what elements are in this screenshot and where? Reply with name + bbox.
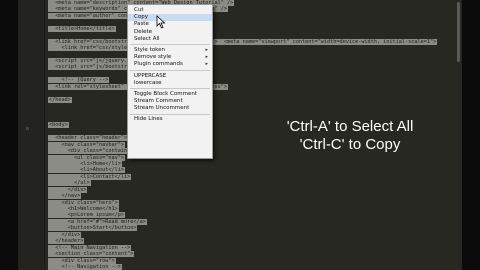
menu-item-delete[interactable]: Delete	[128, 29, 212, 36]
selected-code-text	[48, 32, 50, 38]
selected-code-text	[48, 116, 50, 122]
menu-item-label: lowercase	[134, 79, 162, 86]
submenu-arrow-icon: ▸	[205, 61, 208, 68]
selected-code-text: <nav class="navbar">	[48, 141, 125, 148]
selected-code-text: <!-- Main Navigation -->	[48, 244, 132, 251]
selected-code-text: <body>	[48, 122, 69, 129]
selected-code-text	[48, 90, 50, 96]
selected-code-text: <li>Contact</li>	[48, 173, 132, 180]
menu-item-label: Stream Uncomment	[134, 105, 190, 112]
menu-item-cut[interactable]: Cut	[128, 7, 212, 14]
menu-separator	[130, 88, 210, 90]
selected-code-text: </nav>	[48, 193, 82, 200]
menu-item-label: UPPERCASE	[134, 72, 167, 79]
code-line[interactable]: <!-- Navigation -->	[48, 263, 462, 270]
selected-code-text: <p>Lorem ipsum</p>	[48, 212, 125, 219]
selected-code-text	[48, 19, 50, 25]
selected-code-text: <a href="#">Read more</a>	[48, 218, 147, 225]
selected-code-text: </head>	[48, 96, 72, 103]
menu-item-uppercase[interactable]: UPPERCASE	[128, 73, 212, 80]
caption-copy: 'Ctrl-C' to Copy	[299, 136, 401, 153]
fold-marker-icon[interactable]: ⊟	[26, 126, 29, 132]
menu-separator	[130, 70, 210, 71]
menu-item-label: Toggle Block Comment	[134, 90, 198, 97]
selected-code-text: <section class="content">	[48, 251, 135, 258]
selected-code-text	[48, 52, 50, 58]
menu-separator	[130, 44, 210, 46]
menu-item-hide-lines[interactable]: Hide Lines	[128, 116, 212, 123]
selected-code-text: <!-- Navigation -->	[48, 263, 122, 270]
menu-item-label: Select All	[134, 35, 160, 42]
selected-code-text	[48, 103, 50, 109]
menu-item-paste[interactable]: Paste	[128, 21, 212, 28]
menu-item-select-all[interactable]: Select All	[128, 36, 212, 43]
video-frame-right	[462, 0, 480, 270]
selected-code-text: <!-- jQuery -->	[48, 77, 110, 84]
menu-item-plugin-commands[interactable]: Plugin commands ▸	[128, 61, 212, 68]
selected-code-text: <title>Home</title>	[48, 25, 116, 32]
menu-item-label: Delete	[134, 28, 153, 35]
mouse-pointer-icon	[156, 15, 166, 29]
menu-item-label: Plugin commands	[134, 61, 183, 68]
menu-item-remove-style[interactable]: Remove style ▸	[128, 54, 212, 61]
menu-item-label: Paste	[134, 21, 149, 28]
menu-item-style-token[interactable]: Style token ▸	[128, 47, 212, 54]
selected-code-text: </header>	[48, 238, 85, 245]
context-menu: Cut Copy Paste Delete Select All Style token ▸…	[127, 4, 213, 159]
selected-code-text: <div class="hero">	[48, 199, 119, 206]
menu-item-label: Hide Lines	[134, 116, 163, 123]
menu-item-toggle-block-comment[interactable]: Toggle Block Comment	[128, 91, 212, 98]
selected-code-text: <button>Start</button>	[48, 225, 138, 232]
selected-code-text: </ul>	[48, 180, 91, 187]
menu-item-label: Stream Comment	[134, 98, 183, 105]
menu-separator	[130, 113, 210, 115]
selected-code-text: </div>	[48, 186, 88, 193]
selected-code-text: <li>Home</li>	[48, 160, 122, 167]
vertical-scrollbar[interactable]	[457, 2, 460, 62]
menu-item-label: Cut	[134, 7, 144, 13]
submenu-arrow-icon: ▸	[205, 46, 208, 53]
video-frame-left	[0, 0, 18, 270]
submenu-arrow-icon: ▸	[205, 54, 208, 61]
menu-item-copy[interactable]: Copy	[128, 14, 212, 22]
menu-item-label: Remove style	[134, 54, 172, 61]
selected-code-text: <div class="row">	[48, 257, 116, 264]
menu-item-stream-comment[interactable]: Stream Comment	[128, 98, 212, 105]
selected-code-text: <h1>Welcome</h1>	[48, 206, 119, 212]
selected-code-text: <header class="header">	[48, 135, 129, 142]
menu-item-label: Style token	[134, 46, 165, 53]
menu-item-label: Copy	[134, 14, 148, 21]
selected-code-text	[48, 71, 50, 77]
selected-code-text: <li>About</li>	[48, 167, 125, 174]
selected-code-text	[48, 109, 50, 115]
menu-item-lowercase[interactable]: lowercase	[128, 80, 212, 87]
line-number-gutter: ⊟	[18, 0, 45, 270]
tutorial-caption: 'Ctrl-A' to Select All 'Ctrl-C' to Copy	[240, 118, 460, 154]
selected-code-text: </div>	[48, 231, 82, 238]
selected-code-text: <link href="css/bootstrap.min.css" rel="…	[48, 38, 438, 45]
selected-code-text: <ul class="nav">	[48, 154, 125, 161]
caption-select-all: 'Ctrl-A' to Select All	[286, 118, 414, 135]
menu-item-stream-uncomment[interactable]: Stream Uncomment	[128, 105, 212, 112]
selected-code-text	[48, 129, 50, 135]
